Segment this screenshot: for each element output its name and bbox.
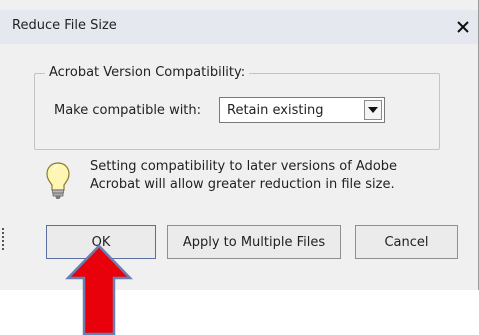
red-arrow-up-icon — [64, 244, 134, 335]
apply-to-multiple-files-button[interactable]: Apply to Multiple Files — [167, 225, 341, 259]
make-compatible-label: Make compatible with: — [54, 103, 202, 118]
focus-dotted-mark — [2, 228, 6, 250]
compatibility-group-title: Acrobat Version Compatibility: — [45, 65, 250, 80]
dialog-title: Reduce File Size — [12, 18, 117, 33]
chevron-down-icon[interactable] — [364, 100, 382, 120]
lightbulb-icon — [44, 160, 72, 200]
info-message: Setting compatibility to later versions … — [90, 159, 398, 192]
compatibility-selected-value: Retain existing — [227, 103, 324, 118]
screenshot-canvas: Reduce File Size Acrobat Version Compati… — [0, 0, 479, 335]
compatibility-dropdown[interactable]: Retain existing — [219, 97, 385, 123]
close-icon[interactable] — [454, 19, 472, 35]
title-bar[interactable]: Reduce File Size — [0, 10, 478, 44]
cancel-button[interactable]: Cancel — [355, 225, 458, 259]
